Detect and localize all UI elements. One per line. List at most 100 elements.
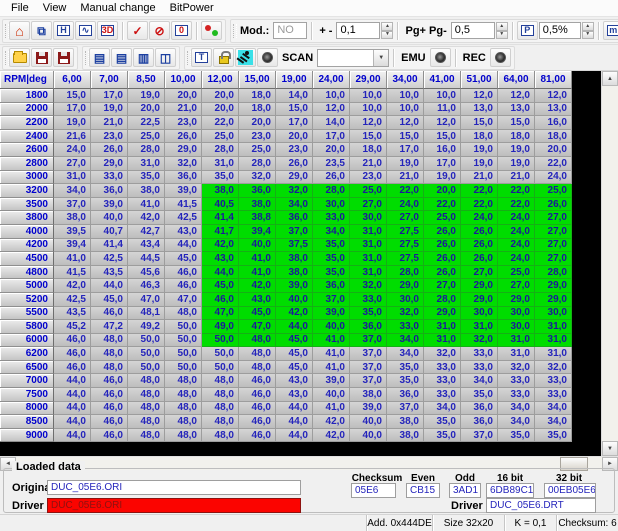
map-cell[interactable]: 43,0: [165, 225, 202, 239]
map-cell[interactable]: 19,0: [128, 89, 165, 103]
map-cell[interactable]: 32,0: [239, 171, 276, 185]
map-cell[interactable]: 43,5: [91, 266, 128, 280]
map-cell[interactable]: 37,0: [387, 402, 424, 416]
step-value-field[interactable]: 0,1: [336, 22, 380, 39]
map-cell[interactable]: 20,0: [128, 103, 165, 117]
map-cell[interactable]: 19,0: [424, 171, 461, 185]
map-cell[interactable]: 46,0: [54, 334, 91, 348]
map-cell[interactable]: 18,0: [498, 130, 535, 144]
map-cell[interactable]: 22,0: [535, 157, 572, 171]
map-cell[interactable]: 35,0: [424, 429, 461, 443]
map-cell[interactable]: 35,0: [313, 266, 350, 280]
map-cell[interactable]: 32,0: [461, 334, 498, 348]
map-cell[interactable]: 36,0: [461, 402, 498, 416]
map-cell[interactable]: 48,0: [239, 361, 276, 375]
map-cell[interactable]: 35,0: [387, 374, 424, 388]
edit-disable-icon[interactable]: ⊘: [149, 21, 170, 40]
map-cell[interactable]: 44,0: [54, 415, 91, 429]
map-cell[interactable]: 31,0: [498, 334, 535, 348]
even-field[interactable]: CB15: [406, 483, 440, 498]
map-cell[interactable]: 42,0: [313, 429, 350, 443]
map-cell[interactable]: 35,0: [498, 429, 535, 443]
menu-view[interactable]: View: [36, 1, 74, 15]
bit32-field[interactable]: 00EB05E6: [544, 483, 596, 498]
map-cell[interactable]: 22,0: [424, 198, 461, 212]
map-cell[interactable]: 48,0: [128, 388, 165, 402]
map-cell[interactable]: 38,0: [276, 252, 313, 266]
map-cell[interactable]: 20,0: [313, 143, 350, 157]
map-cell[interactable]: 49,0: [202, 320, 239, 334]
map-cell[interactable]: 44,0: [54, 429, 91, 443]
map-row-header[interactable]: 5800: [0, 320, 54, 334]
map-cell[interactable]: 34,0: [461, 374, 498, 388]
map-column-header[interactable]: 34,00: [387, 71, 424, 89]
map-column-header[interactable]: 64,00: [498, 71, 535, 89]
text-mode-icon[interactable]: T: [191, 48, 212, 67]
map-cell[interactable]: 19,0: [91, 103, 128, 117]
status-led-icon[interactable]: [257, 48, 278, 67]
map-cell[interactable]: 26,0: [424, 239, 461, 253]
map-cell[interactable]: 48,0: [128, 402, 165, 416]
map-cell[interactable]: 48,0: [165, 429, 202, 443]
map-cell[interactable]: 35,0: [535, 429, 572, 443]
map-cell[interactable]: 45,0: [239, 307, 276, 321]
map-cell[interactable]: 17,0: [54, 103, 91, 117]
map-cell[interactable]: 39,0: [313, 374, 350, 388]
map-cell[interactable]: 19,0: [461, 157, 498, 171]
map-cell[interactable]: 34,0: [54, 184, 91, 198]
map-cell[interactable]: 27,0: [535, 252, 572, 266]
map-cell[interactable]: 41,0: [313, 347, 350, 361]
map-cell[interactable]: 41,0: [239, 252, 276, 266]
map-cell[interactable]: 25,0: [424, 211, 461, 225]
map-cell[interactable]: 33,0: [498, 374, 535, 388]
scroll-up-icon[interactable]: ▲: [602, 71, 618, 86]
map-cell[interactable]: 44,0: [276, 415, 313, 429]
map-cell[interactable]: 23,0: [239, 130, 276, 144]
save-icon[interactable]: [31, 48, 52, 67]
map-cell[interactable]: 36,0: [461, 415, 498, 429]
map-cell[interactable]: 31,0: [424, 320, 461, 334]
map-cell[interactable]: 17,0: [313, 130, 350, 144]
map-cell[interactable]: 37,0: [350, 361, 387, 375]
map-cell[interactable]: 31,0: [535, 334, 572, 348]
map-cell[interactable]: 15,0: [424, 130, 461, 144]
map-column-header[interactable]: 15,00: [239, 71, 276, 89]
runner-icon[interactable]: [235, 48, 256, 67]
map-cell[interactable]: 28,0: [313, 184, 350, 198]
map-cell[interactable]: 22,0: [202, 116, 239, 130]
map-cell[interactable]: 21,0: [461, 171, 498, 185]
map-cell[interactable]: 44,0: [54, 374, 91, 388]
map-column-header[interactable]: 7,00: [91, 71, 128, 89]
map-cell[interactable]: 48,0: [239, 347, 276, 361]
map-cell[interactable]: 23,5: [313, 157, 350, 171]
map-cell[interactable]: 26,0: [276, 157, 313, 171]
map-column-header[interactable]: 29,00: [350, 71, 387, 89]
map-cell[interactable]: 23,0: [276, 143, 313, 157]
map-cell[interactable]: 45,0: [202, 279, 239, 293]
mod-value-field[interactable]: NO: [273, 22, 307, 39]
map-cell[interactable]: 39,0: [276, 279, 313, 293]
map-cell[interactable]: 48,0: [165, 402, 202, 416]
map-cell[interactable]: 33,0: [424, 361, 461, 375]
map-row-header[interactable]: 2600: [0, 143, 54, 157]
map-cell[interactable]: 41,0: [54, 252, 91, 266]
map-cell[interactable]: 22,0: [461, 198, 498, 212]
map-cell[interactable]: 25,0: [535, 184, 572, 198]
map-cell[interactable]: 21,6: [54, 130, 91, 144]
map-cell[interactable]: 32,0: [424, 347, 461, 361]
map-cell[interactable]: 48,0: [165, 388, 202, 402]
map-cell[interactable]: 31,0: [54, 171, 91, 185]
map-cell[interactable]: 46,0: [54, 347, 91, 361]
edit-enable-icon[interactable]: ✓: [127, 21, 148, 40]
map-cell[interactable]: 31,0: [350, 225, 387, 239]
map-cell[interactable]: 33,0: [313, 211, 350, 225]
map-cell[interactable]: 24,0: [498, 252, 535, 266]
map-cell[interactable]: 43,0: [239, 293, 276, 307]
map-cell[interactable]: 30,0: [461, 307, 498, 321]
percent-spin-up-icon[interactable]: ▲: [582, 22, 594, 31]
map-cell[interactable]: 45,0: [165, 252, 202, 266]
map-cell[interactable]: 50,0: [128, 347, 165, 361]
map-cell[interactable]: 17,0: [91, 89, 128, 103]
copy-icon[interactable]: ⧉: [31, 21, 52, 40]
menu-bitpower[interactable]: BitPower: [163, 1, 221, 15]
